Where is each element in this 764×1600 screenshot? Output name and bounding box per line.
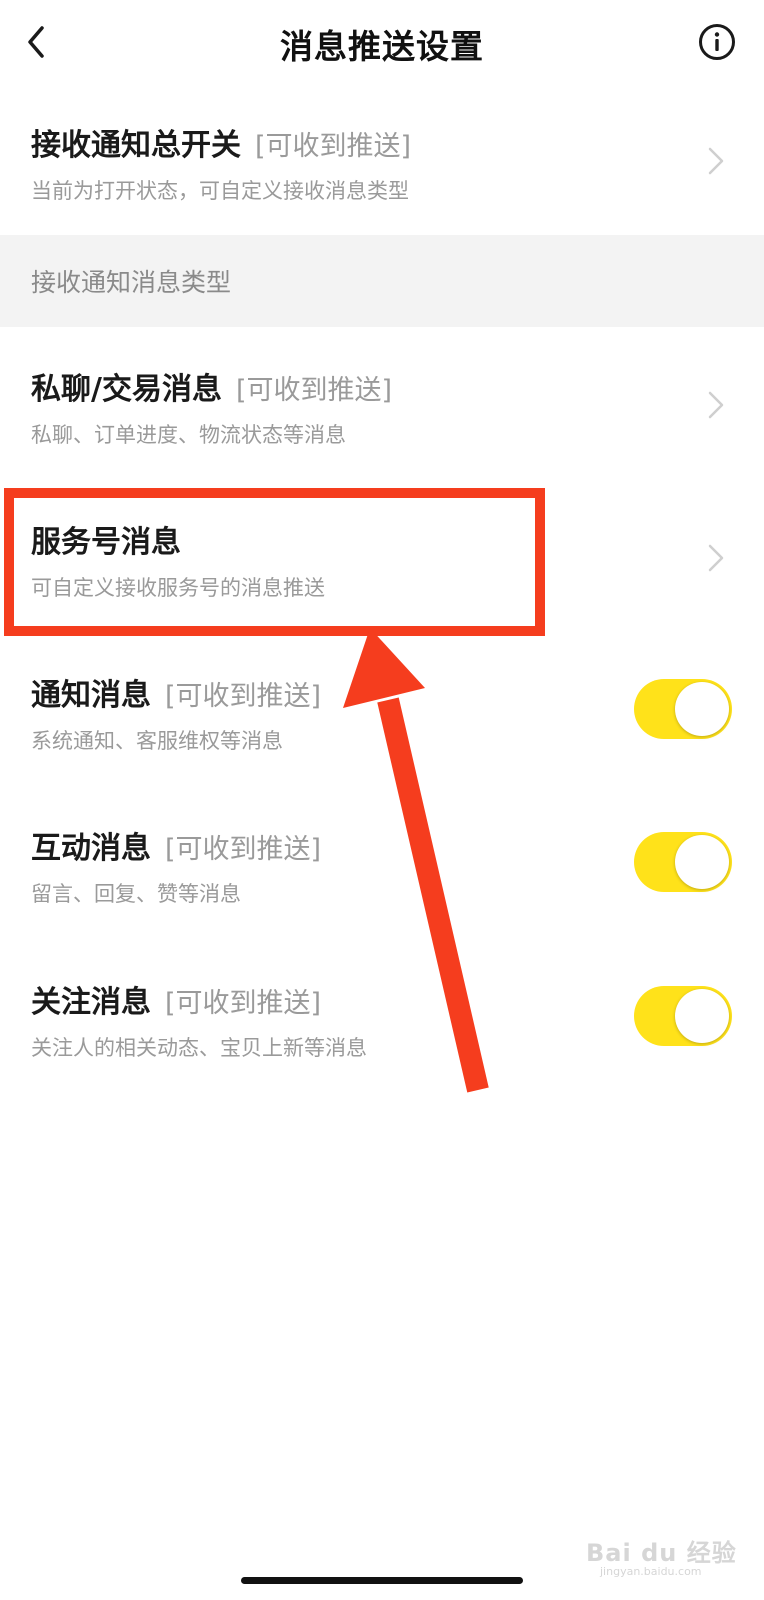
push-status-label: [可收到推送] [165,681,322,712]
row-interaction-messages: 互动消息 [可收到推送] 留言、回复、赞等消息 [0,788,764,938]
row-title: 关注消息 [可收到推送] [31,977,321,1021]
page-title: 消息推送设置 [280,27,484,66]
toggle-knob [675,835,729,889]
row-title: 互动消息 [可收到推送] [31,823,321,867]
row-title-text: 服务号消息 [31,525,181,560]
section-label: 接收通知消息类型 [31,268,232,297]
row-title-text: 接收通知总开关 [31,128,241,163]
row-title: 通知消息 [可收到推送] [31,670,321,714]
chevron-right-icon [708,544,724,572]
row-title-text: 私聊/交易消息 [31,372,222,407]
row-subtitle: 关注人的相关动态、宝贝上新等消息 [31,1036,367,1060]
row-subtitle: 私聊、订单进度、物流状态等消息 [31,423,346,447]
section-header: 接收通知消息类型 [0,235,764,327]
row-subtitle: 系统通知、客服维权等消息 [31,729,283,753]
notification-toggle[interactable] [634,679,732,739]
info-button[interactable] [697,22,737,62]
push-status-label: [可收到推送] [165,834,322,865]
toggle-knob [675,682,729,736]
row-follow-messages: 关注消息 [可收到推送] 关注人的相关动态、宝贝上新等消息 [0,942,764,1092]
interaction-toggle[interactable] [634,832,732,892]
home-indicator[interactable] [241,1577,523,1584]
push-status-label: [可收到推送] [235,375,393,406]
follow-toggle[interactable] [634,986,732,1046]
watermark-logo: Bai du 经验 [586,1539,737,1567]
row-subtitle: 当前为打开状态，可自定义接收消息类型 [31,179,409,203]
row-title: 私聊/交易消息 [可收到推送] [31,364,392,408]
nav-bar: 消息推送设置 [0,0,764,90]
row-notification-messages: 通知消息 [可收到推送] 系统通知、客服维权等消息 [0,635,764,785]
push-status-label: [可收到推送] [165,988,322,1019]
chevron-right-icon [708,391,724,419]
row-subtitle: 留言、回复、赞等消息 [31,882,241,906]
row-subtitle: 可自定义接收服务号的消息推送 [31,576,325,600]
row-title-text: 关注消息 [31,985,151,1020]
row-private-trade-messages[interactable]: 私聊/交易消息 [可收到推送] 私聊、订单进度、物流状态等消息 [0,327,764,480]
row-title-text: 通知消息 [31,678,151,713]
toggle-knob [675,989,729,1043]
master-switch-row[interactable]: 接收通知总开关 [可收到推送] 当前为打开状态，可自定义接收消息类型 [0,90,764,235]
watermark-url: jingyan.baidu.com [600,1565,702,1578]
chevron-right-icon [708,147,724,175]
row-title-text: 互动消息 [31,831,151,866]
info-circle-icon [699,24,735,60]
row-title: 接收通知总开关 [可收到推送] [31,120,411,164]
row-service-account-messages[interactable]: 服务号消息 可自定义接收服务号的消息推送 [0,480,764,630]
push-status-label: [可收到推送] [255,131,412,162]
row-title: 服务号消息 [31,517,181,561]
